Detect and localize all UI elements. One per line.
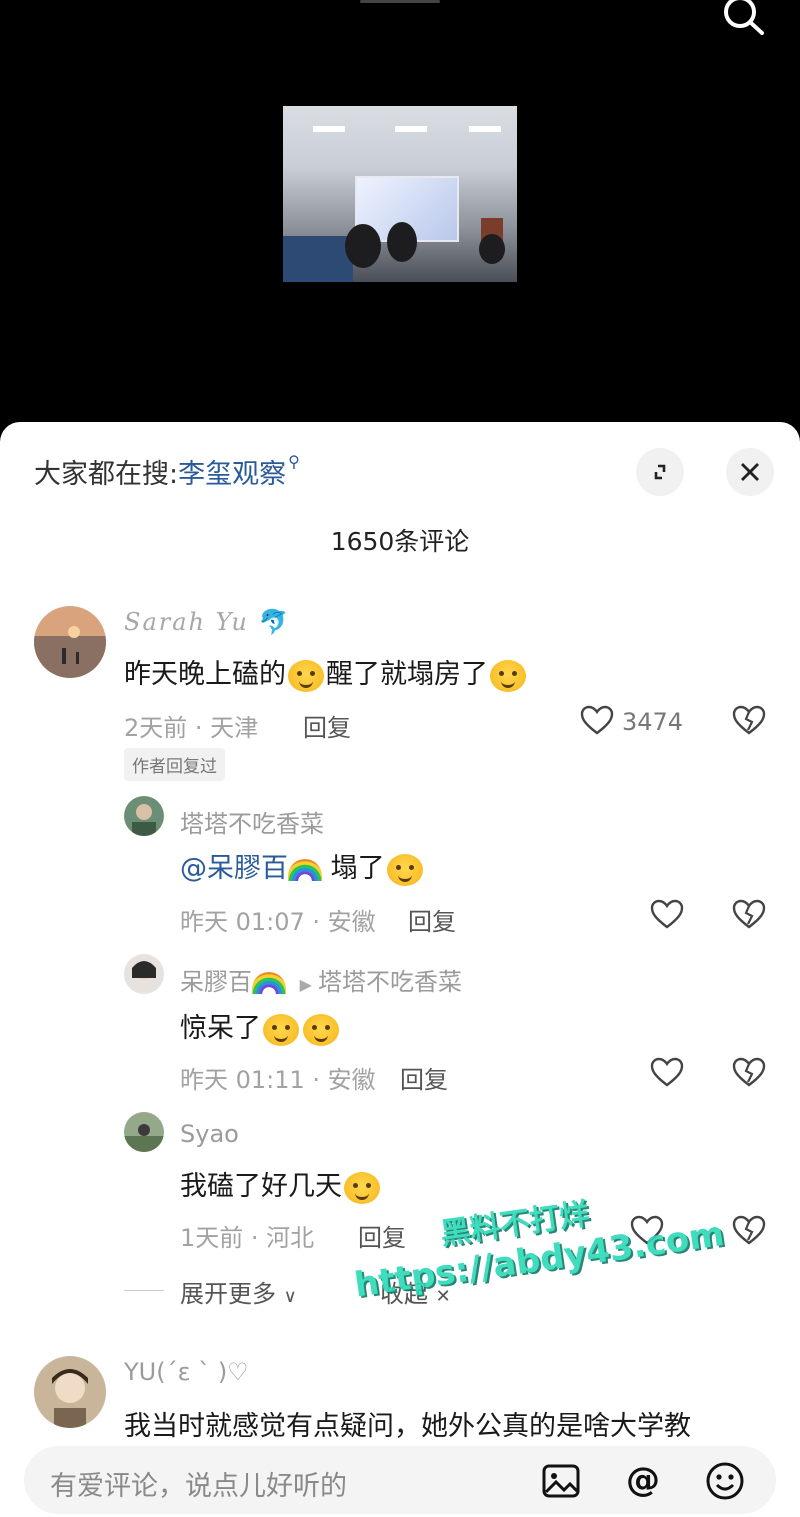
- trending-keyword[interactable]: 李玺观察: [178, 459, 286, 490]
- comment-text: 我磕了好几天: [180, 1164, 382, 1204]
- search-button[interactable]: [718, 0, 766, 40]
- emoji-icon: [386, 853, 423, 886]
- rainbow-icon: [252, 972, 286, 994]
- rainbow-icon: [288, 858, 322, 881]
- chevron-down-icon: ∨: [283, 1286, 297, 1307]
- heart-icon[interactable]: [650, 1056, 684, 1090]
- comment-count: 1650条评论: [330, 527, 470, 556]
- like-count: 3474: [622, 708, 684, 736]
- reply-target[interactable]: 塔塔不吃香菜: [318, 968, 462, 996]
- emoji-icon: [263, 1013, 299, 1046]
- heart-icon[interactable]: [580, 704, 614, 738]
- avatar[interactable]: [124, 1112, 164, 1152]
- comment-meta: 昨天 01:11 · 安徽: [180, 1066, 376, 1094]
- search-icon: ⚲: [288, 452, 300, 471]
- emoji-icon: [344, 1171, 380, 1204]
- comment-text: 昨天晚上磕的 醒了就塌房了: [124, 652, 528, 692]
- comment-text: 惊呆了: [180, 1006, 341, 1046]
- video-player[interactable]: [0, 0, 800, 430]
- heart-icon[interactable]: [650, 898, 684, 932]
- expand-button[interactable]: [636, 448, 684, 496]
- reply-button[interactable]: 回复: [408, 902, 456, 937]
- comment-meta: 昨天 01:07 · 安徽: [180, 908, 376, 936]
- comment-meta: 2天前 · 天津: [124, 714, 259, 742]
- trending-prefix: 大家都在搜:: [34, 459, 179, 490]
- broken-heart-icon[interactable]: [732, 898, 766, 932]
- close-button[interactable]: [726, 448, 774, 496]
- emoji-icon: [303, 1013, 339, 1046]
- comment-text: @呆膠百 塌了: [180, 846, 425, 886]
- divider: [124, 1290, 164, 1291]
- username[interactable]: Syao: [180, 1120, 239, 1148]
- at-icon[interactable]: @: [622, 1460, 664, 1502]
- username[interactable]: 呆膠百 ▶ 塔塔不吃香菜: [180, 962, 462, 997]
- reply-button[interactable]: 回复: [303, 708, 351, 743]
- broken-heart-icon[interactable]: [732, 1056, 766, 1090]
- emoji-icon: [288, 659, 324, 692]
- broken-heart-icon[interactable]: [732, 1214, 766, 1248]
- emoji-icon[interactable]: [704, 1460, 746, 1502]
- reply-arrow-icon: ▶: [299, 975, 312, 994]
- username[interactable]: YU(ˊε ˋ )♡: [124, 1358, 249, 1386]
- avatar[interactable]: [34, 606, 106, 678]
- trending-search[interactable]: 大家都在搜:李玺观察 ⚲: [34, 452, 300, 491]
- comment-input-placeholder: 有爱评论，说点儿好听的: [50, 1471, 347, 1502]
- comment-input[interactable]: 有爱评论，说点儿好听的 @: [24, 1446, 776, 1514]
- comment-text: 我当时就感觉有点疑问，她外公真的是啥大学教: [124, 1411, 691, 1442]
- comment-sheet: 大家都在搜:李玺观察 ⚲ 1650条评论 Sarah Yu 🐬 昨天晚上磕的 醒了就…: [0, 422, 800, 1517]
- author-replied-badge: 作者回复过: [124, 748, 225, 781]
- emoji-icon: [490, 659, 526, 692]
- image-icon[interactable]: [540, 1460, 582, 1502]
- mention[interactable]: @呆膠百: [180, 853, 288, 884]
- avatar[interactable]: [124, 796, 164, 836]
- username[interactable]: 塔塔不吃香菜: [180, 804, 324, 839]
- video-frame: [283, 106, 517, 282]
- expand-more-button[interactable]: 展开更多 ∨: [180, 1274, 297, 1309]
- broken-heart-icon[interactable]: [732, 704, 766, 738]
- svg-text:@: @: [626, 1460, 660, 1500]
- search-icon: [724, 0, 764, 35]
- avatar[interactable]: [124, 954, 164, 994]
- top-indicator: [360, 0, 440, 3]
- avatar[interactable]: [34, 1356, 106, 1428]
- expand-icon: [654, 464, 666, 480]
- reply-button[interactable]: 回复: [400, 1060, 448, 1095]
- comment-meta: 1天前 · 河北: [180, 1224, 315, 1252]
- username[interactable]: Sarah Yu 🐬: [124, 608, 290, 636]
- dolphin-icon: 🐬: [258, 608, 291, 636]
- close-icon: [741, 463, 759, 481]
